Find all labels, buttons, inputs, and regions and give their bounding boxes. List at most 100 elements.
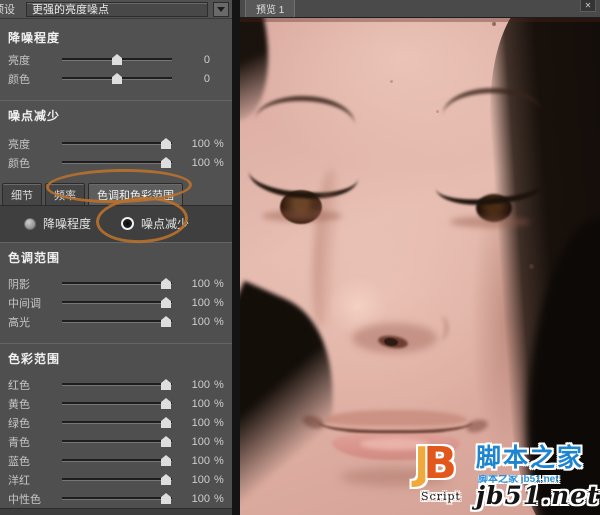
mole-small: [492, 22, 496, 26]
slider-track[interactable]: [62, 58, 172, 61]
slider-track[interactable]: [62, 459, 172, 462]
left-eyelid: [247, 164, 359, 202]
slider-thumb[interactable]: [161, 398, 171, 409]
slider-label: 亮度: [8, 52, 62, 68]
slider-thumb[interactable]: [161, 493, 171, 504]
tab-frequency[interactable]: 频率: [45, 183, 85, 205]
slider-track[interactable]: [62, 142, 172, 145]
radio-noise-degree[interactable]: 降噪程度: [24, 215, 91, 232]
slider-track[interactable]: [62, 383, 172, 386]
slider-track[interactable]: [62, 421, 172, 424]
slider-thumb[interactable]: [161, 379, 171, 390]
slider-label: 中性色: [8, 491, 62, 507]
slider-unit: %: [210, 379, 224, 391]
radio-noise-reduce[interactable]: 噪点减少: [121, 215, 189, 232]
slider-row: 颜色 100 %: [0, 153, 232, 172]
slider-unit: %: [210, 278, 224, 290]
section-noise-degree: 降噪程度 亮度 0 颜色 0: [0, 19, 232, 88]
slider-track[interactable]: [62, 497, 172, 500]
preset-label: 预设: [0, 1, 21, 17]
preset-dropdown-button[interactable]: [213, 2, 229, 17]
reduce-noise-dialog: 预设 更强的亮度噪点 降噪程度 亮度 0 颜色 0: [0, 0, 600, 515]
slider-thumb[interactable]: [112, 73, 122, 84]
slider-value: 100: [180, 436, 210, 448]
slider-label: 阴影: [8, 276, 62, 292]
slider-row: 绿色 100 %: [0, 413, 232, 432]
slider-row: 中间调 100 %: [0, 293, 232, 312]
right-eye: [436, 180, 551, 240]
settings-panel: 预设 更强的亮度噪点 降噪程度 亮度 0 颜色 0: [0, 0, 232, 515]
jb-logo: JB: [414, 442, 450, 486]
radio-selected-icon: [121, 217, 134, 230]
slider-row: 颜色 0: [0, 69, 232, 88]
tab-tone-color-range[interactable]: 色调和色彩范围: [88, 183, 183, 205]
panel-footer: [0, 508, 232, 515]
slider-track[interactable]: [62, 161, 172, 164]
tab-bar: 细节 频率 色调和色彩范围: [0, 183, 232, 205]
slider-track[interactable]: [62, 77, 172, 80]
slider-label: 蓝色: [8, 453, 62, 469]
chevron-down-icon: [217, 7, 225, 12]
slider-value: 100: [180, 157, 210, 169]
watermark-site-name: 脚本之家: [476, 446, 584, 471]
section-color-range: 色彩范围 红色 100 % 黄色 100 % 绿色 100 %: [0, 343, 232, 508]
slider-thumb[interactable]: [112, 54, 122, 65]
radio-group: 降噪程度 噪点减少: [0, 206, 232, 242]
slider-thumb[interactable]: [161, 417, 171, 428]
slider-value: 100: [180, 379, 210, 391]
slider-thumb[interactable]: [161, 297, 171, 308]
tab-detail[interactable]: 细节: [2, 183, 42, 205]
slider-thumb[interactable]: [161, 316, 171, 327]
slider-value: 100: [180, 417, 210, 429]
preview-tab[interactable]: 预览 1: [245, 0, 295, 17]
jb-logo-b: B: [423, 438, 450, 489]
slider-row: 青色 100 %: [0, 432, 232, 451]
freckle: [390, 80, 393, 83]
slider-unit: %: [210, 297, 224, 309]
slider-track[interactable]: [62, 478, 172, 481]
freckle: [436, 110, 439, 113]
slider-thumb[interactable]: [161, 157, 171, 168]
radio-label: 噪点减少: [141, 215, 189, 232]
slider-track[interactable]: [62, 320, 172, 323]
nose-right-edge: [422, 316, 448, 340]
slider-row: 蓝色 100 %: [0, 451, 232, 470]
slider-unit: %: [210, 138, 224, 150]
slider-value: 100: [180, 316, 210, 328]
slider-row: 中性色 100 %: [0, 489, 232, 508]
slider-label: 颜色: [8, 71, 62, 87]
slider-track[interactable]: [62, 282, 172, 285]
slider-value: 100: [180, 398, 210, 410]
slider-value: 100: [180, 493, 210, 505]
slider-label: 绿色: [8, 415, 62, 431]
slider-label: 青色: [8, 434, 62, 450]
slider-row: 洋红 100 %: [0, 470, 232, 489]
preview-pane: 预览 1 ✕: [240, 0, 600, 515]
section-noise-reduce: 噪点减少 亮度 100 % 颜色 100 %: [0, 100, 232, 172]
slider-thumb[interactable]: [161, 455, 171, 466]
mole: [529, 264, 534, 269]
section-title: 降噪程度: [0, 23, 232, 50]
preset-row: 预设 更强的亮度噪点: [0, 0, 232, 19]
slider-thumb[interactable]: [161, 138, 171, 149]
slider-track[interactable]: [62, 440, 172, 443]
section-title: 噪点减少: [0, 100, 232, 128]
slider-unit: %: [210, 436, 224, 448]
preset-dropdown[interactable]: 更强的亮度噪点: [26, 2, 208, 17]
image-top-edge: [240, 18, 600, 22]
preset-value: 更强的亮度噪点: [32, 1, 109, 17]
slider-track[interactable]: [62, 402, 172, 405]
slider-track[interactable]: [62, 301, 172, 304]
preview-image[interactable]: JB Script 脚本之家 脚本之家 jb51.net jb51.net: [240, 18, 600, 515]
radio-icon: [24, 218, 36, 230]
close-icon[interactable]: ✕: [580, 0, 596, 12]
slider-thumb[interactable]: [161, 474, 171, 485]
slider-thumb[interactable]: [161, 436, 171, 447]
slider-thumb[interactable]: [161, 278, 171, 289]
slider-label: 亮度: [8, 136, 62, 152]
slider-row: 高光 100 %: [0, 312, 232, 331]
slider-label: 颜色: [8, 155, 62, 171]
tab-content: 降噪程度 噪点减少 色调范围 阴影 100 % 中间调: [0, 205, 232, 515]
slider-row: 红色 100 %: [0, 375, 232, 394]
section-tonal-range: 色调范围 阴影 100 % 中间调 100 % 高光 100 %: [0, 242, 232, 331]
